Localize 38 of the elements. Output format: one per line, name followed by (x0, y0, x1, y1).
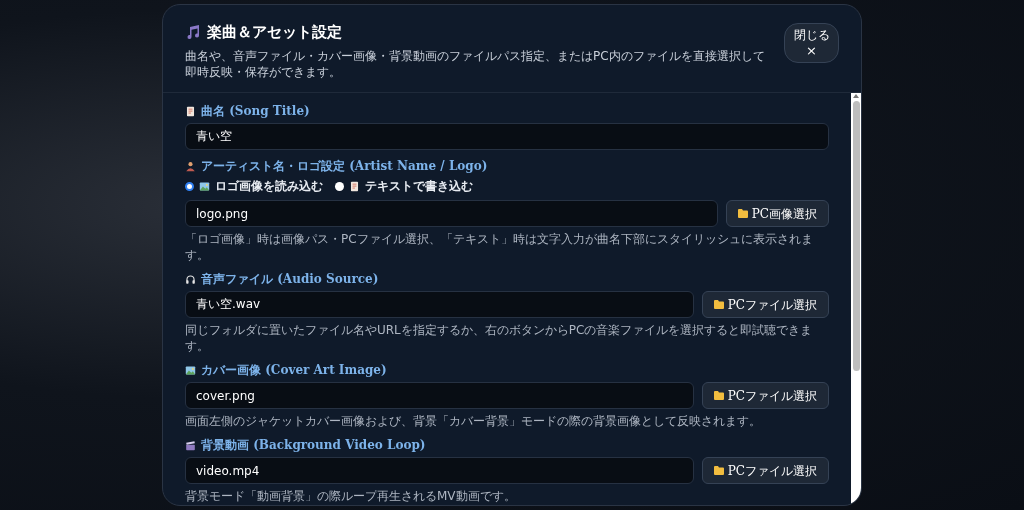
headphones-icon (185, 273, 196, 285)
field-label: カバー画像 (Cover Art Image) (201, 362, 387, 378)
person-icon (185, 160, 196, 172)
scrollbar[interactable] (851, 93, 861, 505)
picture-icon (185, 364, 196, 376)
file-select-button[interactable]: PCファイル選択 (701, 457, 829, 484)
field-label: 音声ファイル (Audio Source) (201, 271, 379, 287)
hint-text: 画面左側のジャケットカバー画像および、背景「カバー背景」モードの際の背景画像として反映されます。 (185, 413, 762, 429)
music-note-icon (185, 24, 201, 41)
input-field[interactable]: logo.png (185, 200, 718, 227)
field-label: アーティスト名・ロゴ設定 (Artist Name / Logo) (201, 158, 488, 174)
radio-button[interactable] (335, 181, 344, 191)
file-select-button[interactable]: PCファイル選択 (701, 291, 829, 318)
folder-icon (713, 466, 724, 475)
folder-icon (737, 209, 748, 218)
radio-label[interactable]: ロゴ画像を読み込む (215, 178, 323, 194)
field-label: 背景動画 (Background Video Loop) (201, 437, 426, 453)
field-label: 曲名 (Song Title) (201, 103, 310, 119)
radio-label[interactable]: テキストで書き込む (365, 178, 473, 194)
document-icon (185, 105, 196, 117)
clapperboard-icon (185, 439, 196, 451)
file-select-button[interactable]: PC画像選択 (725, 200, 829, 227)
input-field[interactable]: cover.png (185, 382, 694, 409)
folder-icon (713, 300, 724, 309)
radio-button[interactable] (185, 181, 194, 191)
hint-text: 背景モード「動画背景」の際ループ再生されるMV動画です。 (185, 488, 517, 504)
input-field[interactable]: video.mp4 (185, 457, 694, 484)
hint-text: 「ロゴ画像」時は画像パス・PCファイル選択、「テキスト」時は文字入力が曲名下部にスタイリッシュに表示されます。 (185, 231, 814, 263)
dialog-description: 曲名や、音声ファイル・カバー画像・背景動画のファイルパス指定、またはPC内のファイルを直接選択して即時反映・保存ができます。 (185, 47, 766, 80)
folder-icon (713, 391, 724, 400)
document-icon (349, 180, 360, 192)
dialog-title: 楽曲＆アセット設定 (207, 22, 342, 43)
picture-icon (199, 180, 210, 192)
hint-text: 同じフォルダに置いたファイル名やURLを指定するか、右のボタンからPCの音楽ファイルを選択すると即試聴できます。 (185, 322, 814, 354)
close-button[interactable]: 閉じる × (784, 23, 839, 63)
file-select-button[interactable]: PCファイル選択 (701, 382, 829, 409)
input-field[interactable]: 青い空 (185, 123, 829, 150)
input-field[interactable]: 青い空.wav (185, 291, 694, 318)
